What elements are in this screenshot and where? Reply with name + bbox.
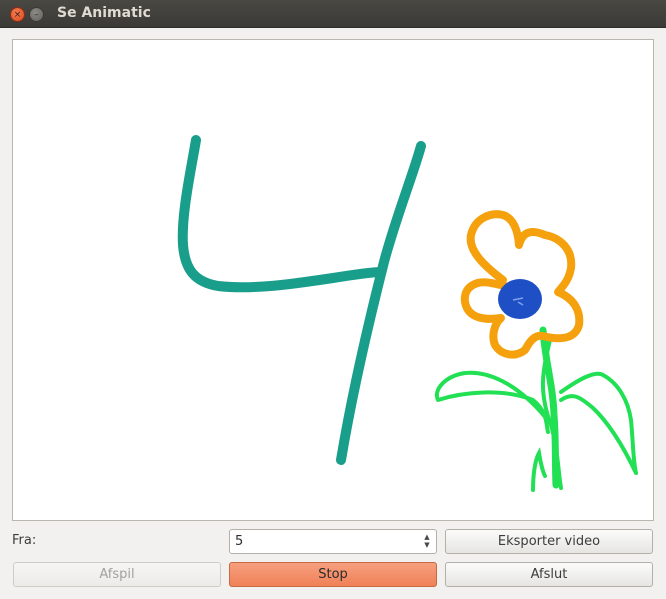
from-label: Fra:	[12, 533, 37, 548]
animatic-canvas	[12, 39, 654, 521]
frame-spinbox[interactable]: 5 ▲ ▼	[229, 529, 437, 554]
frame-drawing	[177, 135, 638, 492]
chevron-down-icon[interactable]: ▼	[423, 541, 431, 549]
flower-leaf-left	[434, 370, 550, 434]
export-video-button[interactable]: Eksporter video	[445, 529, 653, 554]
spin-arrows[interactable]: ▲ ▼	[423, 533, 431, 550]
play-button[interactable]: Afspil	[13, 562, 221, 587]
minimize-icon[interactable]: –	[29, 7, 44, 22]
close-icon[interactable]: ×	[10, 7, 25, 22]
digit-4-stroke-left	[177, 135, 386, 293]
quit-button[interactable]: Afslut	[445, 562, 653, 587]
stop-button[interactable]: Stop	[229, 562, 437, 587]
digit-4-stroke-right	[336, 141, 426, 465]
frame-value[interactable]: 5	[235, 534, 243, 549]
flower-leaf-right	[559, 371, 638, 475]
chevron-up-icon[interactable]: ▲	[423, 533, 431, 541]
flower-sprig	[531, 447, 547, 492]
window-title: Se Animatic	[57, 5, 151, 21]
title-bar: × – Se Animatic	[0, 0, 666, 28]
